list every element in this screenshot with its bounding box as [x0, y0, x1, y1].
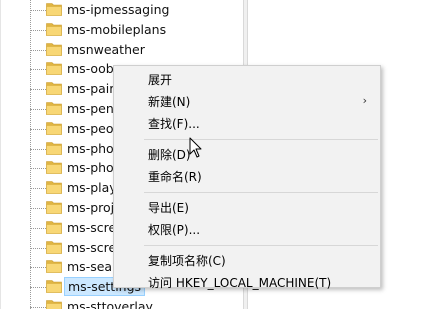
context-menu-item[interactable]: 重命名(R) — [115, 166, 379, 188]
context-menu-item[interactable]: 删除(D) — [115, 144, 379, 166]
menu-item-label: 权限(P)... — [148, 223, 201, 237]
folder-icon — [46, 161, 62, 175]
folder-icon — [46, 260, 62, 274]
tree-item-label: ms-mobileplans — [67, 21, 167, 37]
tree-branch-line — [30, 29, 46, 31]
tree-item-label: ms-pen — [67, 101, 114, 116]
folder-icon — [46, 42, 62, 56]
context-menu: 展开新建(N) › 查找(F)... 删除(D) 重命名(R) 导出(E) 权限(P)...… — [113, 65, 381, 290]
menu-item-label: 展开 — [148, 73, 173, 87]
folder-icon — [46, 240, 62, 254]
menu-item-label: 新建(N) — [148, 95, 191, 109]
folder-icon — [46, 201, 62, 214]
tree-item-label: ms-ipmessaging — [67, 2, 170, 17]
tree-branch-line — [30, 227, 46, 229]
folder-icon — [46, 220, 62, 234]
context-menu-item[interactable]: 展开 — [115, 69, 379, 91]
tree-item-label: ms-peo — [67, 120, 114, 136]
menu-separator — [144, 139, 378, 140]
tree-branch-line — [30, 307, 46, 308]
context-menu-item[interactable]: 复制项名称(C) — [115, 250, 379, 272]
tree-item-label: ms-pho — [67, 160, 114, 176]
folder-icon — [46, 300, 62, 309]
tree-branch-line — [30, 109, 46, 110]
menu-item-label: 导出(E) — [148, 201, 189, 215]
menu-item-label: 访问 HKEY_LOCAL_MACHINE(T) — [148, 276, 332, 290]
mouse-cursor-icon — [189, 137, 202, 158]
tree-item-label: ms-sttoverlay — [67, 299, 153, 309]
tree-item-label: ms-pho — [67, 140, 114, 156]
menu-item-label: 删除(D) — [148, 148, 191, 162]
tree-branch-line — [30, 148, 46, 150]
context-menu-item[interactable]: 权限(P)... — [115, 219, 379, 241]
context-menu-item[interactable]: 访问 HKEY_LOCAL_MACHINE(T) — [115, 272, 379, 294]
menu-item-label: 重命名(R) — [148, 170, 202, 184]
menu-item-label: 复制项名称(C) — [148, 254, 226, 268]
context-menu-item[interactable]: 导出(E) — [115, 197, 379, 219]
folder-icon — [46, 3, 62, 16]
tree-item-label: msnweather — [67, 41, 145, 57]
tree-item-label: ms-scre — [67, 219, 117, 235]
tree-item-label: ms-oob — [67, 61, 114, 77]
registry-editor-window: ms-ipmessaging ms-mobileplans msnweather ms… — [0, 0, 426, 309]
tree-branch-line — [30, 247, 46, 249]
tree-branch-line — [30, 267, 46, 269]
folder-icon — [46, 280, 62, 293]
tree-branch-line — [30, 89, 46, 91]
tree-branch-line — [30, 10, 46, 11]
tree-item[interactable]: ms-sttoverlay — [0, 297, 243, 309]
menu-item-label: 查找(F)... — [148, 117, 200, 131]
tree-item[interactable]: ms-ipmessaging — [0, 0, 243, 20]
tree-item-label: ms-proj — [67, 200, 115, 215]
tree-item-label: ms-scre — [67, 239, 117, 255]
tree-item-label: ms-sear — [67, 259, 118, 275]
folder-icon — [46, 102, 62, 115]
folder-icon — [46, 22, 62, 36]
menu-separator — [144, 245, 378, 246]
folder-icon — [46, 141, 62, 155]
context-menu-item[interactable]: 查找(F)... — [115, 113, 379, 135]
submenu-arrow-icon: › — [362, 94, 367, 107]
tree-branch-line — [30, 128, 46, 130]
tree-branch-line — [30, 188, 46, 190]
tree-branch-line — [30, 49, 46, 51]
folder-icon — [46, 82, 62, 95]
tree-item[interactable]: msnweather — [0, 40, 243, 60]
folder-icon — [46, 181, 62, 194]
tree-branch-line — [30, 168, 46, 170]
folder-icon — [46, 62, 62, 76]
tree-item[interactable]: ms-mobileplans — [0, 20, 243, 40]
context-menu-item[interactable]: 新建(N) › — [115, 91, 379, 113]
tree-branch-line — [30, 69, 46, 71]
menu-separator — [144, 192, 378, 193]
tree-item-label: ms-play — [67, 180, 117, 196]
tree-item-label: ms-pair — [67, 81, 115, 97]
tree-branch-line — [30, 208, 46, 209]
tree-branch-line — [30, 287, 46, 289]
folder-icon — [46, 121, 62, 135]
